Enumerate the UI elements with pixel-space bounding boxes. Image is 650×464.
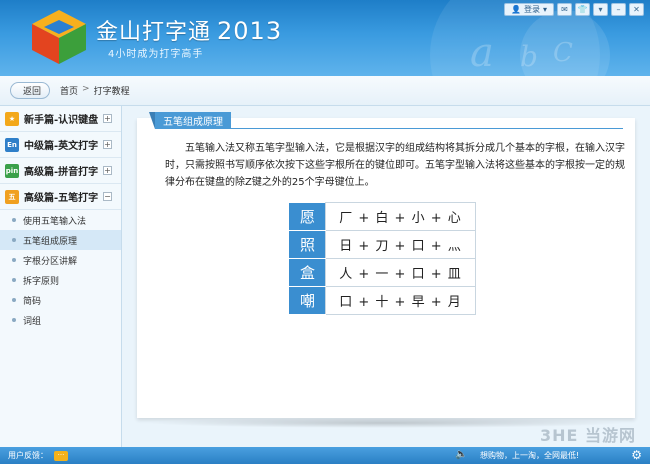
category-label: 高级篇-五笔打字 <box>24 193 99 204</box>
breadcrumb-separator: > <box>82 84 90 94</box>
app-year: 2013 <box>217 17 283 45</box>
sidebar-item-label: 五笔组成原理 <box>23 236 78 247</box>
header-letter-c: C <box>553 38 573 68</box>
breadcrumb-bar: 返回 首页 > 打字教程 <box>0 76 650 106</box>
example-char: 照 <box>289 230 326 259</box>
category-label: 新手篇-认识键盘 <box>24 115 99 126</box>
header-letter-a: a <box>470 30 494 76</box>
watermark: 3HE 当游网 <box>539 426 636 445</box>
app-slogan: 4小时成为打字高手 <box>108 49 204 60</box>
main-content: 五笔组成原理 五笔输入法又称五笔字型输入法，它是根据汉字的组成结构将其拆分成几个… <box>123 106 650 447</box>
char-radicals: 日 + 刀 + 口 + 灬 <box>325 230 476 259</box>
header-letter-b: b <box>520 40 538 73</box>
login-button[interactable]: 👤 登录 ▾ <box>504 3 554 16</box>
char-radicals: 口 + 十 + 早 + 月 <box>325 286 476 315</box>
window-controls: 👤 登录 ▾ ✉ 👕 ▾ – ✕ <box>504 3 644 16</box>
sidebar-item-label: 拆字原则 <box>23 276 60 287</box>
wubi-icon: 五 <box>5 189 19 204</box>
login-label: 登录 <box>523 5 540 14</box>
sidebar-item-label: 字根分区讲解 <box>23 256 78 267</box>
sidebar-item-use-wubi[interactable]: 使用五笔输入法 <box>0 210 121 230</box>
sidebar-item-wubi-principle[interactable]: 五笔组成原理 <box>0 230 121 250</box>
expand-icon[interactable]: + <box>103 114 112 123</box>
breadcrumb: 首页 > 打字教程 <box>60 84 130 97</box>
gear-icon[interactable]: ⚙ <box>631 448 642 462</box>
shirt-icon: 👕 <box>577 4 588 14</box>
status-bar: 用户反馈： ··· 🔈 想购物，上一淘，全网最低! ⚙ <box>0 447 650 464</box>
app-title: 金山打字通 2013 <box>96 14 282 46</box>
mail-icon: ✉ <box>561 4 568 14</box>
skin-button[interactable]: 👕 <box>575 3 590 16</box>
bullet-icon <box>12 278 16 282</box>
star-icon: ★ <box>5 111 19 126</box>
speaker-icon[interactable]: 🔈 <box>455 449 467 460</box>
sidebar-item-label: 使用五笔输入法 <box>23 216 87 227</box>
sidebar-category-pinyin[interactable]: pin 高级篇-拼音打字 + <box>0 158 121 184</box>
table-row: 照 日 + 刀 + 口 + 灬 <box>289 230 476 259</box>
menu-button[interactable]: ▾ <box>593 3 608 16</box>
lesson-intro: 五笔输入法又称五笔字型输入法，它是根据汉字的组成结构将其拆分成几个基本的字根，在… <box>165 143 625 188</box>
feedback-label: 用户反馈： <box>8 451 48 460</box>
example-char: 嘲 <box>289 286 326 315</box>
feedback-button[interactable]: ··· <box>54 450 68 461</box>
breadcrumb-current: 打字教程 <box>93 87 130 97</box>
bullet-icon <box>12 238 16 242</box>
lesson-panel: 五笔组成原理 五笔输入法又称五笔字型输入法，它是根据汉字的组成结构将其拆分成几个… <box>137 112 635 418</box>
example-char: 盒 <box>289 258 326 287</box>
table-row: 盒 人 + 一 + 口 + 皿 <box>289 258 476 287</box>
category-label: 中级篇-英文打字 <box>24 141 99 152</box>
table-row: 愿 厂 + 白 + 小 + 心 <box>289 202 476 231</box>
bullet-icon <box>12 318 16 322</box>
lesson-title: 五笔组成原理 <box>149 112 231 129</box>
back-label: 返回 <box>23 87 42 97</box>
mail-button[interactable]: ✉ <box>557 3 572 16</box>
close-button[interactable]: ✕ <box>629 3 644 16</box>
minimize-icon: – <box>616 4 621 14</box>
bullet-icon <box>12 298 16 302</box>
decomposition-table: 愿 厂 + 白 + 小 + 心 照 日 + 刀 + 口 + 灬 盒 人 + 一 … <box>289 202 476 315</box>
sidebar-item-zone-explain[interactable]: 字根分区讲解 <box>0 250 121 270</box>
sidebar-item-phrases[interactable]: 词组 <box>0 310 121 330</box>
sidebar-item-short-code[interactable]: 简码 <box>0 290 121 310</box>
char-radicals: 厂 + 白 + 小 + 心 <box>325 202 476 231</box>
sidebar-item-split-rules[interactable]: 拆字原则 <box>0 270 121 290</box>
user-icon: 👤 <box>511 5 521 14</box>
example-char: 愿 <box>289 202 326 231</box>
table-row: 嘲 口 + 十 + 早 + 月 <box>289 286 476 315</box>
pinyin-icon: pin <box>5 163 19 178</box>
minimize-button[interactable]: – <box>611 3 626 16</box>
expand-icon[interactable]: + <box>103 166 112 175</box>
char-radicals: 人 + 一 + 口 + 皿 <box>325 258 476 287</box>
app-header: a b C 金山打字通 2013 4小时成为打字高手 👤 登录 ▾ ✉ 👕 ▾ –… <box>0 0 650 76</box>
sidebar: ★ 新手篇-认识键盘 + En 中级篇-英文打字 + pin 高级篇-拼音打字 … <box>0 106 122 447</box>
close-icon: ✕ <box>633 4 640 14</box>
bullet-icon <box>12 218 16 222</box>
sidebar-item-label: 简码 <box>23 296 42 307</box>
sidebar-category-english[interactable]: En 中级篇-英文打字 + <box>0 132 121 158</box>
sidebar-item-label: 词组 <box>23 316 42 327</box>
chevron-down-icon: ▾ <box>542 5 547 14</box>
expand-icon[interactable]: + <box>103 140 112 149</box>
ad-marquee[interactable]: 想购物，上一淘，全网最低! <box>480 450 579 461</box>
sidebar-category-beginner[interactable]: ★ 新手篇-认识键盘 + <box>0 106 121 132</box>
sidebar-category-wubi[interactable]: 五 高级篇-五笔打字 − <box>0 184 121 210</box>
menu-icon: ▾ <box>598 4 603 14</box>
english-icon: En <box>5 137 19 152</box>
category-label: 高级篇-拼音打字 <box>24 167 99 178</box>
breadcrumb-home[interactable]: 首页 <box>60 84 78 97</box>
app-logo-icon <box>32 10 86 64</box>
app-name: 金山打字通 <box>96 20 212 45</box>
collapse-icon[interactable]: − <box>103 192 112 201</box>
back-button[interactable]: 返回 <box>10 82 51 99</box>
bullet-icon <box>12 258 16 262</box>
